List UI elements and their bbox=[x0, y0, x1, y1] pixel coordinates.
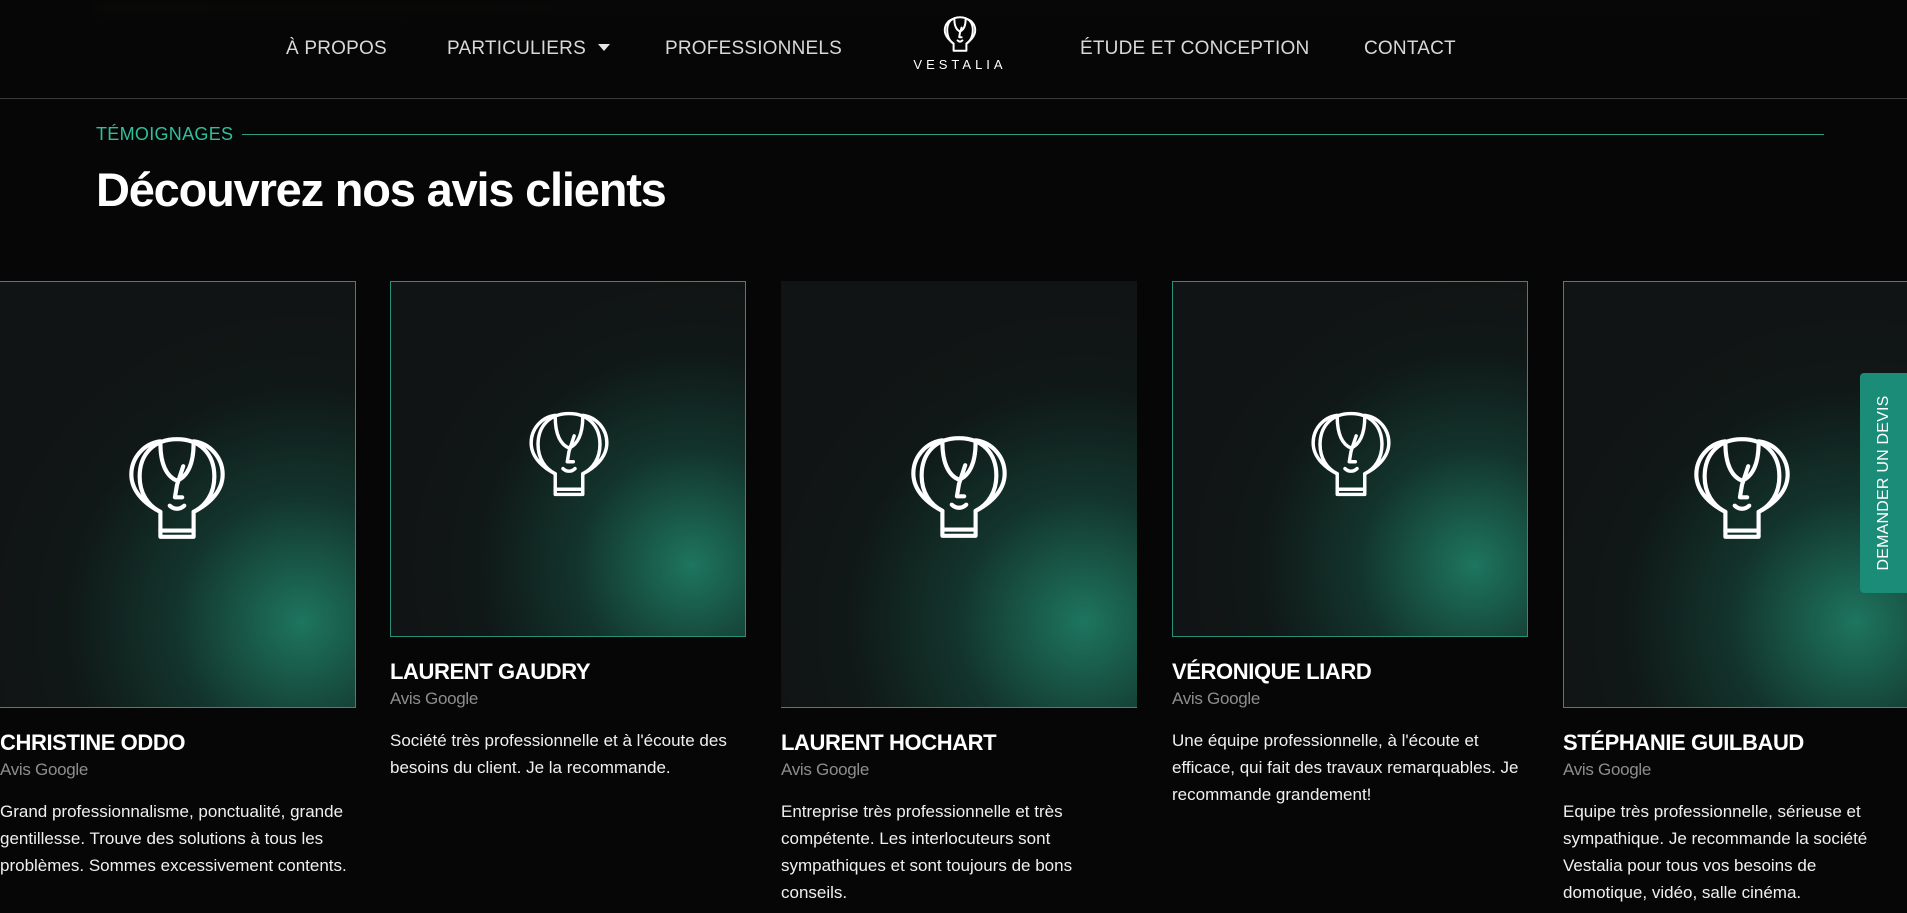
review-source: Avis Google bbox=[1563, 760, 1652, 779]
nav-link-particuliers[interactable]: PARTICULIERS bbox=[447, 38, 610, 60]
review-text: Une équipe professionnelle, à l'écoute e… bbox=[1172, 731, 1519, 804]
nav-link-etude-conception[interactable]: ÉTUDE ET CONCEPTION bbox=[1080, 38, 1309, 60]
section-eyebrow: TÉMOIGNAGES bbox=[96, 124, 234, 144]
main-navigation: À PROPOS PARTICULIERS PROFESSIONNELS VES… bbox=[0, 0, 1907, 99]
eyebrow-divider bbox=[242, 134, 1824, 135]
reviewer-name: STÉPHANIE GUILBAUD bbox=[1563, 730, 1804, 755]
review-text: Grand professionnalisme, ponctualité, gr… bbox=[0, 802, 347, 875]
reviewer-name: LAURENT GAUDRY bbox=[390, 659, 591, 684]
review-card: VÉRONIQUE LIARD Avis Google Une équipe p… bbox=[1172, 281, 1528, 808]
review-card-image bbox=[1563, 281, 1907, 708]
logo-text: VESTALIA bbox=[913, 57, 1007, 72]
nav-link-professionnels[interactable]: PROFESSIONNELS bbox=[665, 38, 842, 60]
chevron-down-icon bbox=[597, 44, 610, 51]
review-source: Avis Google bbox=[781, 760, 870, 779]
face-avatar-icon bbox=[911, 436, 1007, 538]
review-card: LAURENT GAUDRY Avis Google Société très … bbox=[390, 281, 746, 781]
review-card: LAURENT HOCHART Avis Google Entreprise t… bbox=[781, 281, 1137, 906]
face-avatar-icon bbox=[129, 437, 225, 539]
nav-link-contact[interactable]: CONTACT bbox=[1364, 38, 1456, 60]
section-title: Découvrez nos avis clients bbox=[96, 163, 667, 216]
face-avatar-icon bbox=[1694, 437, 1790, 539]
review-text: Equipe très professionnelle, sérieuse et… bbox=[1563, 802, 1868, 902]
review-card-image bbox=[390, 281, 746, 637]
review-text: Société très professionnelle et à l'écou… bbox=[390, 731, 727, 777]
request-quote-label: DEMANDER UN DEVIS bbox=[1874, 395, 1892, 571]
review-source: Avis Google bbox=[1172, 689, 1261, 708]
reviewer-name: LAURENT HOCHART bbox=[781, 730, 997, 755]
nav-link-a-propos[interactable]: À PROPOS bbox=[286, 38, 387, 60]
reviewer-name: VÉRONIQUE LIARD bbox=[1172, 659, 1372, 684]
logo-link[interactable]: VESTALIA bbox=[908, 14, 1012, 76]
review-card-image bbox=[781, 281, 1137, 708]
request-quote-button[interactable]: DEMANDER UN DEVIS bbox=[1860, 373, 1907, 593]
review-source: Avis Google bbox=[390, 689, 479, 708]
review-card: CHRISTINE ODDO Avis Google Grand profess… bbox=[0, 281, 356, 879]
nav-link-label: PARTICULIERS bbox=[447, 38, 586, 59]
face-avatar-icon bbox=[1311, 411, 1391, 497]
review-card-image bbox=[1172, 281, 1528, 637]
review-text: Entreprise très professionnelle et très … bbox=[781, 802, 1073, 902]
review-source: Avis Google bbox=[0, 760, 89, 779]
reviewer-name: CHRISTINE ODDO bbox=[0, 730, 186, 755]
face-avatar-icon bbox=[529, 411, 609, 497]
review-card: STÉPHANIE GUILBAUD Avis Google Equipe tr… bbox=[1563, 281, 1907, 906]
vestalia-face-logo-icon bbox=[943, 16, 977, 52]
review-card-image bbox=[0, 281, 356, 708]
